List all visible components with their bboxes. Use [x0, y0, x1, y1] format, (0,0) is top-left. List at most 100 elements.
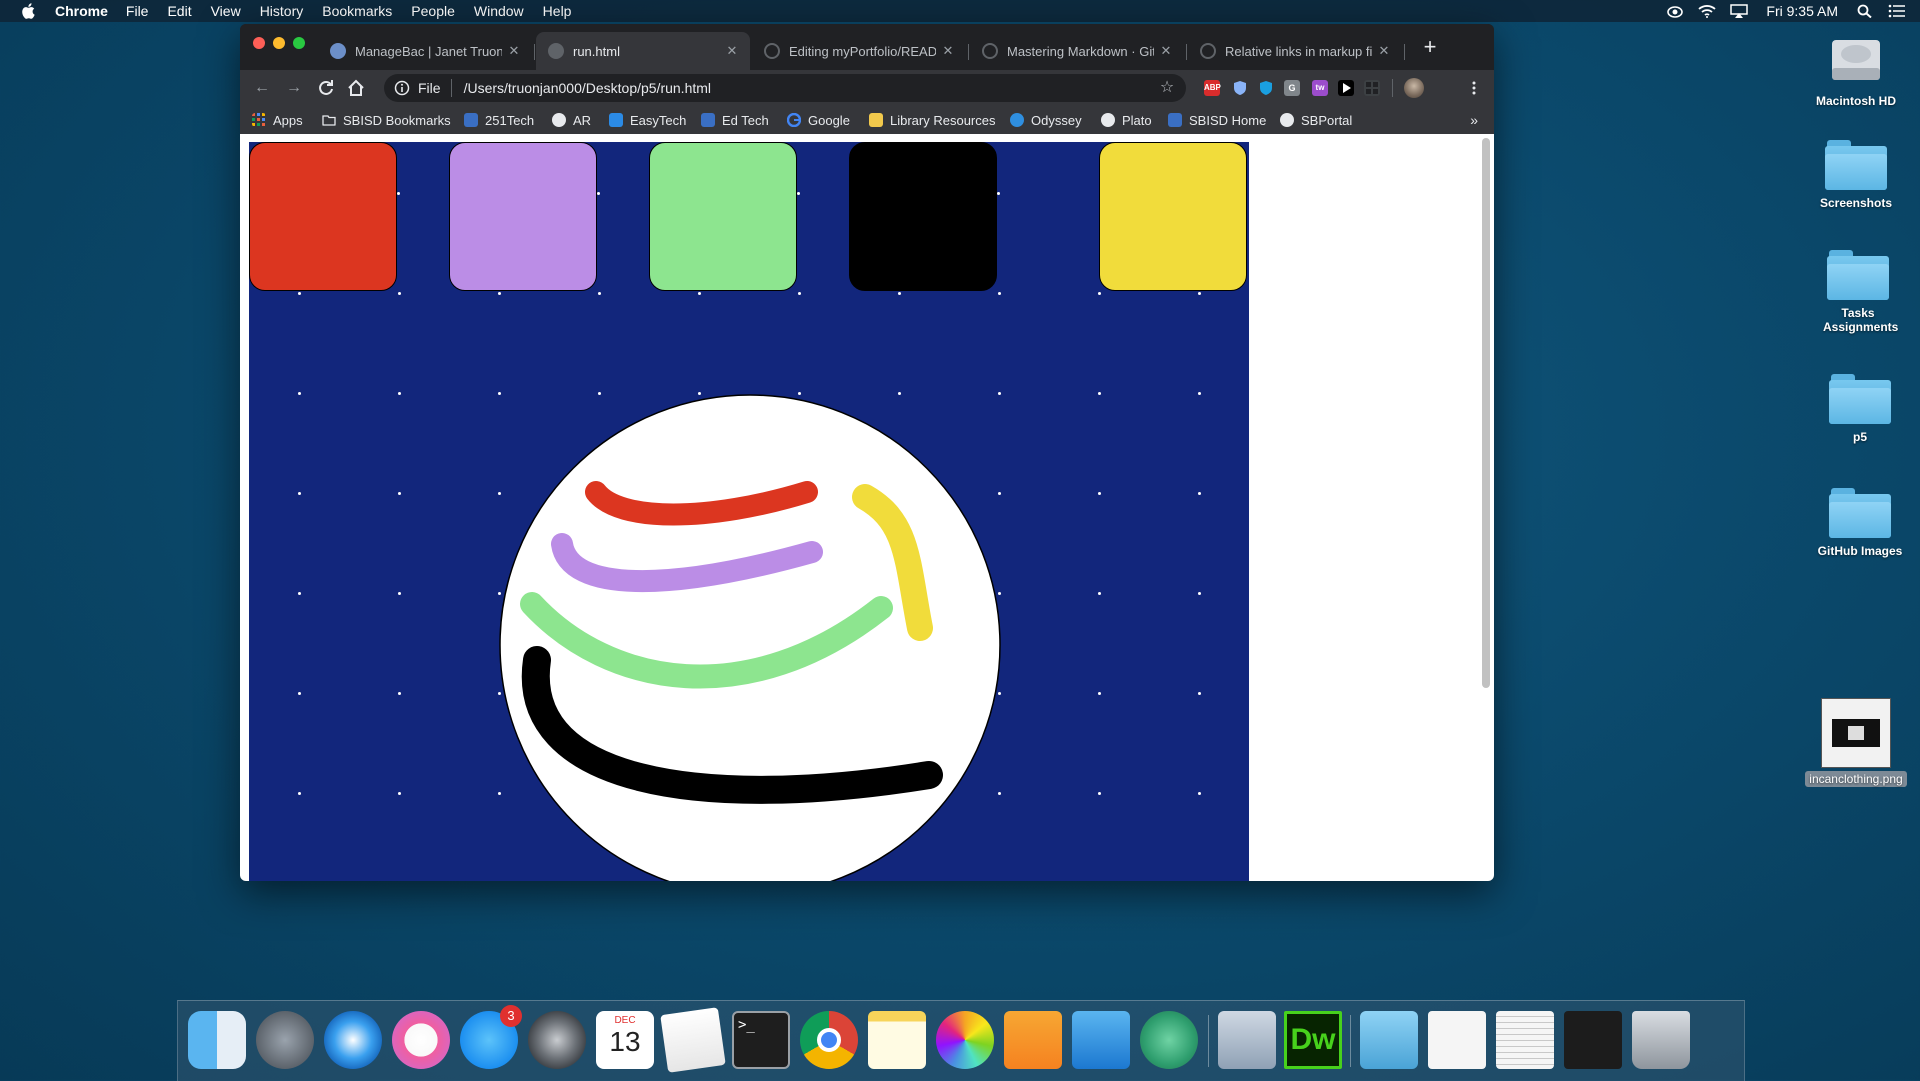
bookmark-sbisd-home[interactable]: SBISD Home: [1168, 106, 1266, 134]
spotlight-search-icon[interactable]: [1856, 4, 1874, 18]
home-icon[interactable]: [346, 78, 366, 98]
airplay-icon[interactable]: [1730, 4, 1749, 18]
menu-view[interactable]: View: [211, 3, 241, 19]
desktop-icon-label: Tasks Assignments: [1823, 306, 1899, 334]
menu-app-name[interactable]: Chrome: [55, 3, 108, 19]
dock-launchpad-icon[interactable]: [256, 1011, 314, 1069]
g-extension-icon[interactable]: G: [1284, 80, 1300, 96]
bookmark-ar[interactable]: AR: [552, 106, 591, 134]
bookmark-library-resources[interactable]: Library Resources: [869, 106, 996, 134]
dock-photos-icon[interactable]: [936, 1011, 994, 1069]
dock-notes-icon[interactable]: [868, 1011, 926, 1069]
wifi-icon[interactable]: [1698, 4, 1717, 18]
desktop-icon-screenshots[interactable]: Screenshots: [1796, 140, 1916, 210]
dock-atom-icon[interactable]: [1140, 1011, 1198, 1069]
p5-sketch-canvas[interactable]: [249, 142, 1249, 881]
bookmark-easytech[interactable]: EasyTech: [609, 106, 686, 134]
bookmark-apps[interactable]: Apps: [252, 106, 303, 134]
reload-icon[interactable]: [316, 78, 336, 98]
dock-textedit-icon[interactable]: [660, 1007, 726, 1073]
app-store-badge: 3: [500, 1005, 522, 1027]
adblock-extension-icon[interactable]: ABP: [1204, 80, 1221, 96]
menubar-clock[interactable]: Fri 9:35 AM: [1766, 3, 1838, 19]
apple-logo-icon[interactable]: [21, 3, 35, 19]
info-icon[interactable]: [394, 80, 410, 96]
dock-chrome-icon[interactable]: [800, 1011, 858, 1069]
menu-edit[interactable]: Edit: [167, 3, 191, 19]
bookmark-plato[interactable]: Plato: [1101, 106, 1152, 134]
dock-documents-icon[interactable]: [1428, 1011, 1486, 1069]
dock-keynote-icon[interactable]: [1072, 1011, 1130, 1069]
menu-help[interactable]: Help: [543, 3, 572, 19]
vertical-scrollbar[interactable]: [1482, 138, 1490, 688]
grid-extension-icon[interactable]: [1364, 80, 1380, 96]
site-icon: [701, 113, 715, 127]
notification-center-icon[interactable]: [1888, 4, 1906, 18]
back-arrow-icon[interactable]: ←: [252, 78, 272, 98]
shield-extension-icon[interactable]: [1232, 80, 1248, 96]
bookmark-google[interactable]: Google: [787, 106, 850, 134]
ublock-extension-icon[interactable]: [1258, 80, 1274, 96]
creative-cloud-icon[interactable]: [1666, 4, 1684, 18]
dock-finder-icon[interactable]: [188, 1011, 246, 1069]
folder-icon: [1829, 374, 1891, 424]
new-tab-button[interactable]: +: [1420, 36, 1440, 58]
desktop-icon-macintosh-hd[interactable]: Macintosh HD: [1796, 30, 1916, 108]
minimize-window-button[interactable]: [273, 37, 285, 49]
menu-file[interactable]: File: [126, 3, 149, 19]
bookmark-odyssey[interactable]: Odyssey: [1010, 106, 1082, 134]
desktop-icon-p5[interactable]: p5: [1800, 374, 1920, 444]
chrome-menu-icon[interactable]: [1466, 80, 1482, 96]
bookmark-label: 251Tech: [485, 112, 535, 128]
tab-run-html[interactable]: run.html ✕: [536, 32, 750, 70]
tab-close-icon[interactable]: ✕: [508, 44, 520, 57]
dock-app-store-icon[interactable]: 3: [460, 1005, 522, 1069]
tab-mastering-markdown[interactable]: Mastering Markdown · GitHub ✕: [970, 32, 1184, 70]
bookmark-label: Odyssey: [1031, 112, 1082, 128]
tab-separator: [534, 44, 535, 60]
tab-relative-links[interactable]: Relative links in markup file ✕: [1188, 32, 1402, 70]
bookmarks-overflow-button[interactable]: »: [1470, 112, 1478, 128]
calendar-day: 13: [609, 1026, 641, 1057]
tab-close-icon[interactable]: ✕: [1160, 44, 1172, 57]
dock-system-preferences-icon[interactable]: [528, 1011, 586, 1069]
close-window-button[interactable]: [253, 37, 265, 49]
play-extension-icon[interactable]: [1338, 80, 1354, 96]
dock-separator: [1208, 1015, 1209, 1067]
dock-trash-icon[interactable]: [1632, 1011, 1690, 1069]
desktop-icon-tasks-assignments[interactable]: Tasks Assignments: [1796, 250, 1920, 334]
bookmark-sbisd-bookmarks[interactable]: SBISD Bookmarks: [322, 106, 451, 134]
address-bar[interactable]: File /Users/truonjan000/Desktop/p5/run.h…: [384, 74, 1186, 102]
dock-applications-folder-icon[interactable]: [1360, 1011, 1418, 1069]
tab-managebac[interactable]: ManageBac | Janet Truong ✕: [318, 32, 532, 70]
bookmark-sbportal[interactable]: SBPortal: [1280, 106, 1352, 134]
forward-arrow-icon[interactable]: →: [284, 78, 304, 98]
tab-close-icon[interactable]: ✕: [942, 44, 954, 57]
menu-history[interactable]: History: [260, 3, 304, 19]
bookmark-ed-tech[interactable]: Ed Tech: [701, 106, 769, 134]
bookmark-star-icon[interactable]: ☆: [1158, 79, 1176, 97]
dock-downloads-stack-icon[interactable]: [1496, 1011, 1554, 1069]
menu-people[interactable]: People: [411, 3, 455, 19]
dock-dreamweaver-icon[interactable]: Dw: [1284, 1011, 1342, 1069]
zoom-window-button[interactable]: [293, 37, 305, 49]
menu-bar: Chrome File Edit View History Bookmarks …: [0, 0, 1920, 22]
tw-extension-icon[interactable]: tw: [1312, 80, 1328, 96]
tab-close-icon[interactable]: ✕: [1378, 44, 1390, 57]
desktop-icon-github-images[interactable]: GitHub Images: [1800, 488, 1920, 558]
bookmark-251tech[interactable]: 251Tech: [464, 106, 534, 134]
dock-terminal-icon[interactable]: >_: [732, 1011, 790, 1069]
dock-pages-icon[interactable]: [1004, 1011, 1062, 1069]
dock-preview-icon[interactable]: [1218, 1011, 1276, 1069]
dock-calendar-icon[interactable]: DEC 13: [596, 1011, 654, 1069]
dock-screen-recording-icon[interactable]: [1564, 1011, 1622, 1069]
tab-editing-readme[interactable]: Editing myPortfolio/README ✕: [752, 32, 966, 70]
dock-safari-icon[interactable]: [324, 1011, 382, 1069]
menu-window[interactable]: Window: [474, 3, 524, 19]
profile-avatar[interactable]: [1404, 78, 1424, 98]
tab-close-icon[interactable]: ✕: [726, 44, 738, 57]
dock-itunes-icon[interactable]: [392, 1011, 450, 1069]
menu-bookmarks[interactable]: Bookmarks: [322, 3, 392, 19]
desktop-icon-incanclothing[interactable]: incanclothing.png: [1796, 698, 1916, 787]
url-text[interactable]: /Users/truonjan000/Desktop/p5/run.html: [464, 80, 711, 96]
